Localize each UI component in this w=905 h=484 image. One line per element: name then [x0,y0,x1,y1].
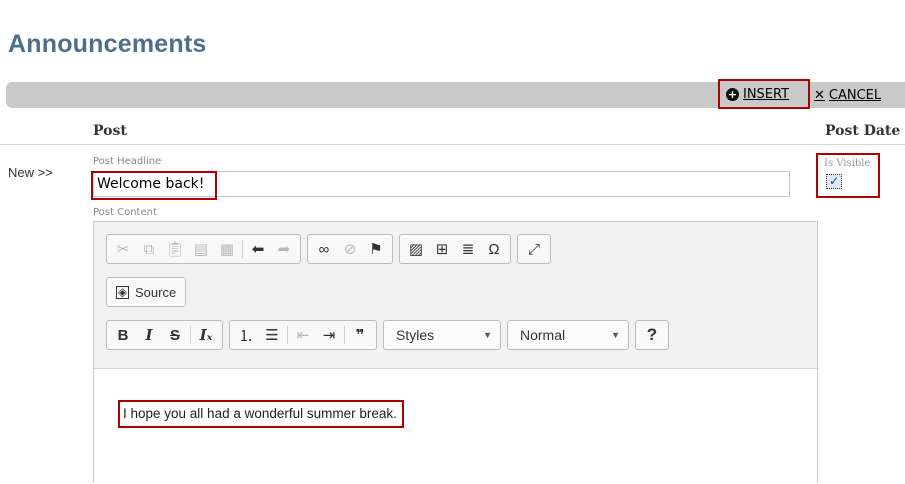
cancel-button[interactable]: ✕ CANCEL [814,82,905,108]
column-header-post: Post [93,123,127,139]
separator [344,326,345,344]
paste-word-icon[interactable]: ▦ [214,237,240,261]
content-paragraph[interactable]: I hope you all had a wonderful summer br… [118,400,404,428]
source-group: ◈ Source [106,277,187,307]
format-label: Normal [520,327,566,343]
format-group: B I S Iₓ [106,320,223,350]
undo-icon[interactable]: ⬅ [245,237,271,261]
source-icon: ◈ [116,285,129,299]
format-dropdown[interactable]: Normal ▼ [507,320,629,350]
column-header-post-date: Post Date [825,123,901,139]
source-label: Source [135,284,177,300]
help-button[interactable]: ? [639,323,665,347]
new-row-label: New >> [8,165,53,180]
separator [242,240,243,258]
paste-text-icon[interactable]: ▤ [188,237,214,261]
special-char-icon[interactable]: Ω [481,237,507,261]
cut-icon[interactable]: ✂ [110,237,136,261]
insert-group: ▨ ⊞ ≣ Ω [399,234,511,264]
redo-icon[interactable]: ➦ [271,237,297,261]
chevron-down-icon: ▼ [483,330,492,340]
is-visible-checkbox[interactable]: ✓ [826,174,842,189]
image-icon[interactable]: ▨ [403,237,429,261]
remove-format-icon[interactable]: Iₓ [193,323,219,347]
rich-text-editor: ✂ ⧉ 📋︎ ▤ ▦ ⬅ ➦ ∞ ⊘ ⚑ ▨ ⊞ ≣ Ω ⤢ ◈ Source … [93,221,818,484]
link-icon[interactable]: ∞ [311,237,337,261]
content-label: Post Content [93,207,157,218]
blockquote-icon[interactable]: ❞ [347,323,373,347]
maximize-icon[interactable]: ⤢ [521,237,547,261]
link-group: ∞ ⊘ ⚑ [307,234,393,264]
insert-label: INSERT [743,86,790,102]
toolbar-row-3: B I S Iₓ ⒈ ☰ ⇤ ⇥ ❞ Styles ▼ Normal ▼ ? [106,320,669,350]
insert-button[interactable]: + INSERT [718,79,810,109]
separator [287,326,288,344]
numbered-list-icon[interactable]: ⒈ [233,323,259,347]
headline-label: Post Headline [93,156,162,167]
indent-icon[interactable]: ⇥ [316,323,342,347]
horizontal-rule-icon[interactable]: ≣ [455,237,481,261]
styles-dropdown[interactable]: Styles ▼ [383,320,501,350]
copy-icon[interactable]: ⧉ [136,237,162,261]
x-icon: ✕ [814,87,825,103]
chevron-down-icon: ▼ [611,330,620,340]
page-title: Announcements [8,30,207,58]
editor-content-area[interactable]: I hope you all had a wonderful summer br… [94,368,817,484]
help-group: ? [635,320,669,350]
plus-circle-icon: + [726,87,739,101]
clipboard-group: ✂ ⧉ 📋︎ ▤ ▦ ⬅ ➦ [106,234,301,264]
bullet-list-icon[interactable]: ☰ [259,323,285,347]
outdent-icon[interactable]: ⇤ [290,323,316,347]
view-group: ⤢ [517,234,551,264]
toolbar-row-2: ◈ Source [106,277,187,307]
source-button[interactable]: ◈ Source [110,280,182,304]
styles-label: Styles [396,327,435,343]
headline-value[interactable]: Welcome back! [91,171,217,200]
toolbar-row-1: ✂ ⧉ 📋︎ ▤ ▦ ⬅ ➦ ∞ ⊘ ⚑ ▨ ⊞ ≣ Ω ⤢ [106,234,551,264]
separator [190,326,191,344]
strike-icon[interactable]: S [162,323,188,347]
header-divider [0,144,905,145]
unlink-icon[interactable]: ⊘ [337,237,363,261]
cancel-label: CANCEL [828,87,882,103]
table-icon[interactable]: ⊞ [429,237,455,261]
list-group: ⒈ ☰ ⇤ ⇥ ❞ [229,320,377,350]
italic-icon[interactable]: I [136,323,162,347]
anchor-flag-icon[interactable]: ⚑ [363,237,389,261]
paste-icon[interactable]: 📋︎ [162,237,188,261]
bold-icon[interactable]: B [110,323,136,347]
is-visible-label: Is Visible [824,158,871,169]
